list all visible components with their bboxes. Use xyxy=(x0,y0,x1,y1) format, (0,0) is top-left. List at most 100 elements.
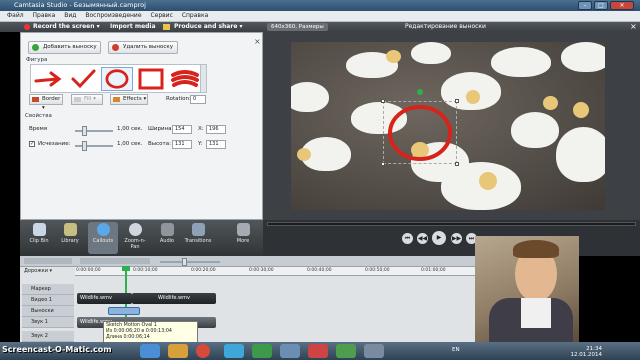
oval-callout[interactable] xyxy=(383,101,457,164)
audio1-track-label[interactable]: Звук 1 xyxy=(22,317,74,328)
shape-gallery[interactable] xyxy=(30,64,207,93)
produce-share-button[interactable]: Produce and share ▾ xyxy=(174,23,242,30)
y-field[interactable]: 131 xyxy=(206,140,226,149)
menu-view[interactable]: Вид xyxy=(64,12,76,19)
video-clip[interactable]: Wildlife.wmv xyxy=(77,293,132,304)
taskbar-app-icon[interactable] xyxy=(140,344,160,358)
height-field[interactable]: 131 xyxy=(172,140,192,149)
tab-more[interactable]: More xyxy=(228,222,258,254)
ruler-tick: 0:00:20;00 xyxy=(191,268,216,273)
fade-slider[interactable] xyxy=(75,141,113,151)
minimize-button[interactable]: – xyxy=(578,1,592,10)
taskbar-app-icon[interactable] xyxy=(308,344,328,358)
border-dropdown[interactable]: Border ▾ xyxy=(29,94,63,111)
title-bar: Camtasia Studio - Безымянный.camproj – □… xyxy=(0,0,640,11)
add-callout-button[interactable]: Добавить выноску xyxy=(28,41,101,54)
preview-header: 640x360, Размеры Редактирование выноски … xyxy=(263,22,640,32)
playhead-handle[interactable] xyxy=(122,266,130,271)
playback-scrubber[interactable] xyxy=(267,222,636,226)
produce-icon xyxy=(163,24,170,30)
rotate-handle[interactable] xyxy=(417,89,423,95)
webcam-overlay xyxy=(475,236,579,342)
tab-audio[interactable]: Audio xyxy=(152,222,182,254)
highlight-scribble-shape[interactable] xyxy=(169,67,201,91)
tab-more-label: More xyxy=(236,238,250,244)
menu-help[interactable]: Справка xyxy=(182,12,208,19)
video1-track-label[interactable]: Видео 1 xyxy=(22,295,74,306)
rotation-field[interactable]: 0 xyxy=(190,95,206,104)
y-label: Y: xyxy=(198,141,203,147)
x-label: X: xyxy=(198,126,204,132)
time-slider-thumb[interactable] xyxy=(82,126,87,136)
panel-close-icon[interactable]: × xyxy=(254,37,261,46)
taskbar-app-icon[interactable] xyxy=(252,344,272,358)
menu-tools[interactable]: Сервис xyxy=(150,12,172,19)
shape-gallery-scrollbar[interactable] xyxy=(200,65,206,92)
video-clip-name: Wildlife.wmv xyxy=(80,295,112,301)
delete-icon xyxy=(112,44,119,51)
callouts-track-label[interactable]: Выноски xyxy=(22,306,74,317)
fade-label: Исчезание: xyxy=(38,141,71,147)
video-frame[interactable] xyxy=(291,42,605,210)
fade-slider-thumb[interactable] xyxy=(82,141,87,151)
bird-shape xyxy=(561,42,605,72)
bird-head-shape xyxy=(479,172,497,190)
language-indicator[interactable]: EN xyxy=(452,347,460,353)
width-field[interactable]: 154 xyxy=(172,125,192,134)
height-label: Высота: xyxy=(148,141,171,147)
sketch-arrow-shape[interactable] xyxy=(33,67,65,91)
menu-play[interactable]: Воспроизведение xyxy=(85,12,141,19)
taskbar-app-icon[interactable] xyxy=(336,344,356,358)
sketch-rectangle-shape[interactable] xyxy=(135,67,167,91)
bird-head-shape xyxy=(297,148,311,161)
zoom-slider[interactable] xyxy=(160,258,220,266)
tab-callouts[interactable]: Callouts xyxy=(88,222,118,254)
time-ruler[interactable]: 0:00:00;00 0:00:10;00 0:00:20;00 0:00:30… xyxy=(75,267,475,276)
video-clip[interactable]: Wildlife.wmv xyxy=(132,293,216,304)
add-callout-label: Добавить выноску xyxy=(43,44,97,50)
fill-dropdown[interactable]: Fill ▾ xyxy=(71,94,103,105)
tab-clip-bin[interactable]: Clip Bin xyxy=(24,222,54,254)
sketch-check-shape[interactable] xyxy=(67,67,99,91)
zoom-slider-thumb[interactable] xyxy=(182,258,187,266)
preview-close-icon[interactable]: × xyxy=(630,22,637,31)
taskbar-app-icon[interactable] xyxy=(196,344,210,358)
time-value: 1,00 сек. xyxy=(117,126,143,132)
time-slider[interactable] xyxy=(75,126,113,136)
menu-edit[interactable]: Правка xyxy=(33,12,56,19)
record-screen-button[interactable]: Record the screen ▾ xyxy=(33,23,100,30)
size-dropdown[interactable]: 640x360, Размеры xyxy=(267,23,328,31)
taskbar-app-icon[interactable] xyxy=(280,344,300,358)
fill-icon xyxy=(74,97,81,102)
shape-section-label: Фигура xyxy=(26,57,48,63)
fade-checkbox[interactable]: ✓ xyxy=(29,141,35,147)
go-start-button[interactable]: ⏮ xyxy=(402,233,413,244)
fill-dropdown-label: Fill ▾ xyxy=(84,96,96,102)
play-button[interactable]: ▶ xyxy=(432,231,446,245)
effects-dropdown[interactable]: Effects ▾ xyxy=(110,94,148,105)
close-button[interactable]: ✕ xyxy=(610,1,634,10)
timeline-tools[interactable] xyxy=(24,258,72,264)
rewind-button[interactable]: ◀◀ xyxy=(417,233,428,244)
import-media-button[interactable]: Import media xyxy=(110,23,156,30)
tab-zoom-n-pan[interactable]: Zoom-n-Pan xyxy=(120,222,150,254)
tracks-menu[interactable]: Дорожки ▾ xyxy=(24,268,52,274)
menu-file[interactable]: Файл xyxy=(7,12,24,19)
audio2-track-label[interactable]: Звук 2 xyxy=(22,331,74,342)
delete-callout-button[interactable]: Удалить выноску xyxy=(108,41,178,54)
maximize-button[interactable]: □ xyxy=(594,1,608,10)
tab-library[interactable]: Library xyxy=(55,222,85,254)
ruler-tick: 0:00:40;00 xyxy=(307,268,332,273)
tab-transitions[interactable]: Transitions xyxy=(183,222,213,254)
timeline-edit-tools[interactable] xyxy=(80,258,150,264)
taskbar-app-icon[interactable] xyxy=(224,344,244,358)
system-clock[interactable]: 21:34 12.01.2014 xyxy=(571,346,603,358)
delete-callout-label: Удалить выноску xyxy=(123,44,173,50)
taskbar-app-icon[interactable] xyxy=(168,344,188,358)
callout-clip[interactable] xyxy=(108,307,140,315)
marker-track-label: Маркер xyxy=(22,284,74,295)
taskbar-app-icon[interactable] xyxy=(364,344,384,358)
fast-forward-button[interactable]: ▶▶ xyxy=(451,233,462,244)
sketch-oval-shape[interactable] xyxy=(101,67,133,91)
x-field[interactable]: 196 xyxy=(206,125,226,134)
